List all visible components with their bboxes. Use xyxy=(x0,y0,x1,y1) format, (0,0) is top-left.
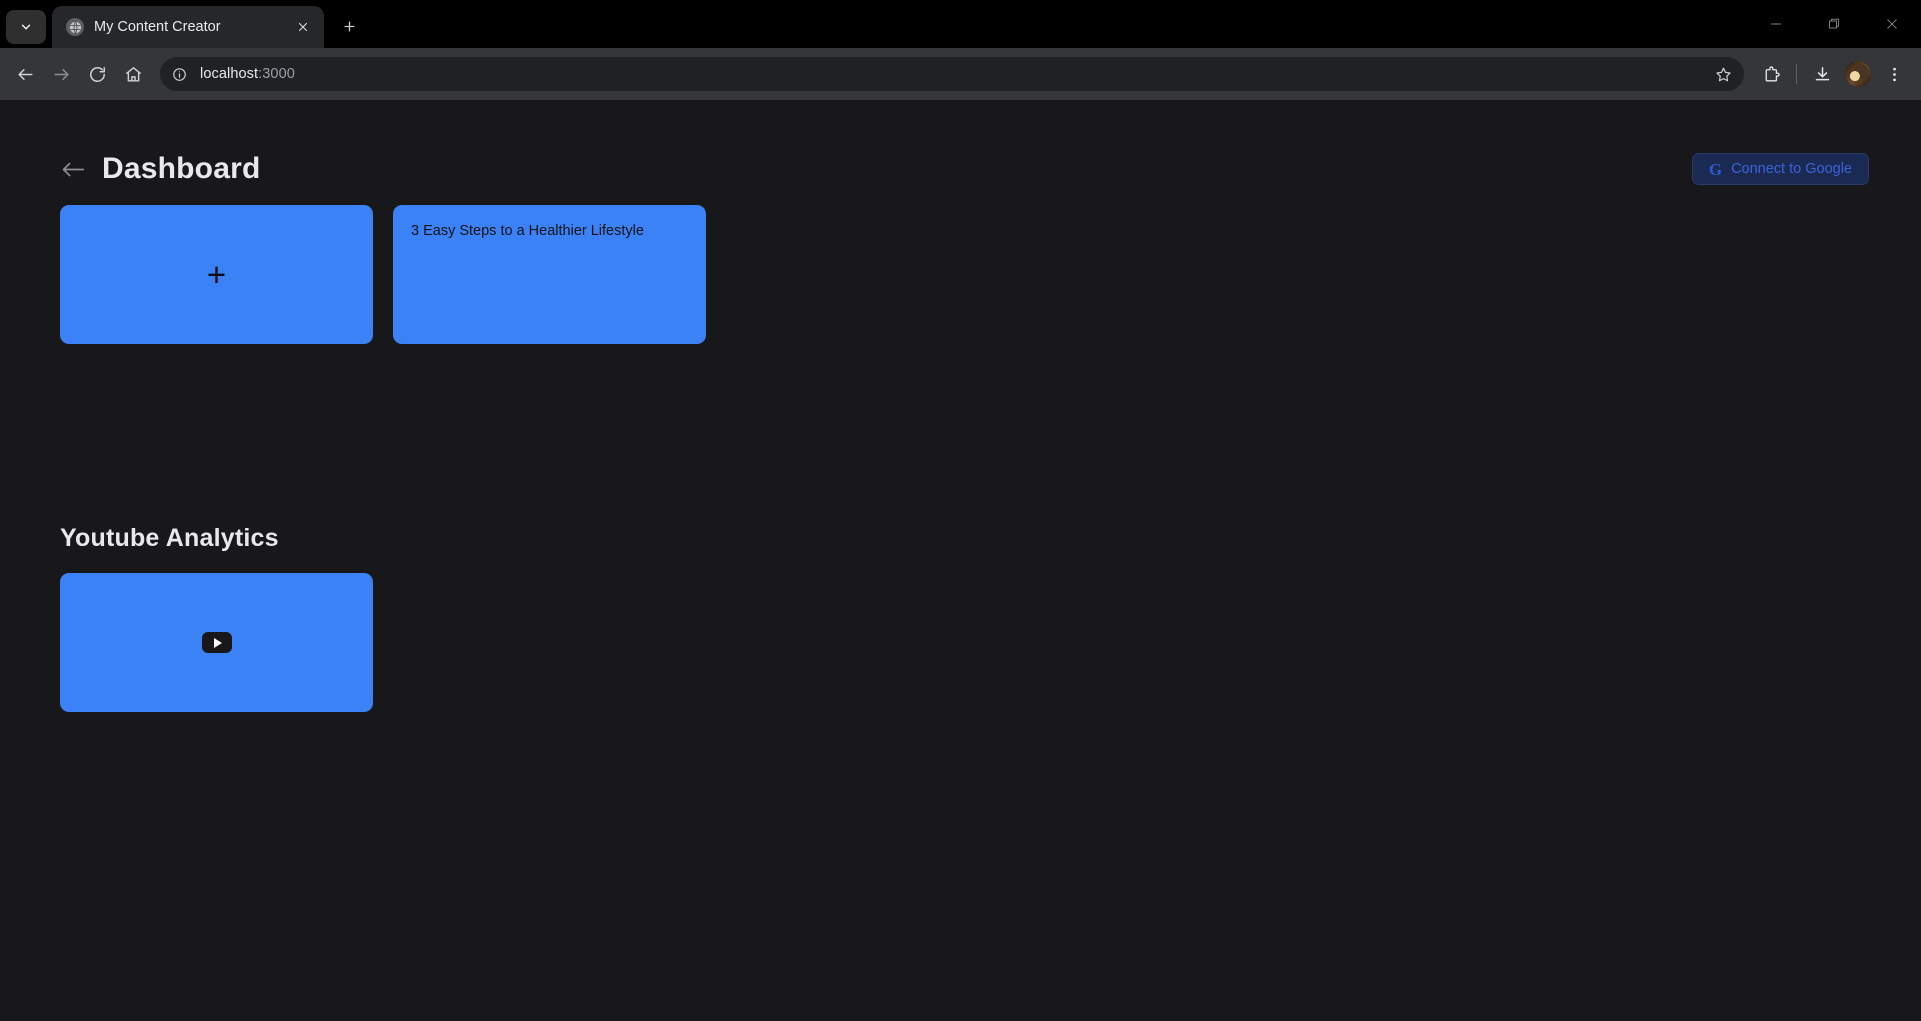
reload-icon xyxy=(89,66,105,82)
tab-strip: My Content Creator xyxy=(0,0,1921,48)
puzzle-piece-icon xyxy=(1765,65,1780,82)
star-icon xyxy=(1715,67,1731,81)
maximize-button[interactable] xyxy=(1805,0,1863,48)
nav-forward-button[interactable] xyxy=(44,57,78,91)
dashboard-page: Dashboard G Connect to Google + 3 Easy S… xyxy=(0,100,1921,712)
window-controls xyxy=(1747,0,1921,48)
nav-back-button[interactable] xyxy=(8,57,42,91)
home-button[interactable] xyxy=(116,57,150,91)
close-icon xyxy=(298,22,308,32)
reload-button[interactable] xyxy=(80,57,114,91)
site-info-button[interactable] xyxy=(166,61,192,87)
bookmark-button[interactable] xyxy=(1708,59,1738,89)
tab-close-button[interactable] xyxy=(292,16,314,38)
globe-icon xyxy=(66,18,84,36)
connect-to-google-button[interactable]: G Connect to Google xyxy=(1691,153,1869,185)
youtube-analytics-title: Youtube Analytics xyxy=(60,524,279,552)
browser-menu-button[interactable] xyxy=(1877,57,1911,91)
browser-tab[interactable]: My Content Creator xyxy=(52,6,324,48)
google-g-icon: G xyxy=(1708,159,1723,179)
info-circle-icon xyxy=(172,67,186,81)
plus-icon xyxy=(343,20,355,32)
arrow-left-icon xyxy=(62,162,85,176)
chevron-down-icon xyxy=(21,24,31,30)
youtube-play-icon xyxy=(201,632,232,653)
minimize-icon xyxy=(1771,23,1781,25)
close-icon xyxy=(1887,19,1897,29)
add-content-card[interactable]: + xyxy=(60,205,373,344)
avatar xyxy=(1845,61,1871,87)
url-port: :3000 xyxy=(258,66,295,82)
restore-icon xyxy=(1829,18,1840,29)
three-dots-vertical-icon xyxy=(1892,67,1896,81)
arrow-left-icon xyxy=(17,68,33,80)
page-title: Dashboard xyxy=(102,152,261,185)
browser-window: My Content Creator localhost:3000 Dashbo… xyxy=(0,0,1921,1021)
url-host: localhost xyxy=(200,66,259,82)
tab-search-button[interactable] xyxy=(6,10,46,44)
page-viewport: Dashboard G Connect to Google + 3 Easy S… xyxy=(0,100,1921,1021)
download-icon xyxy=(1815,66,1829,80)
connect-to-google-label: Connect to Google xyxy=(1731,161,1852,177)
page-header: Dashboard G Connect to Google xyxy=(60,152,1873,186)
page-back-button[interactable] xyxy=(60,156,86,182)
content-card-title: 3 Easy Steps to a Healthier Lifestyle xyxy=(411,223,644,239)
tab-title: My Content Creator xyxy=(94,19,221,35)
page-title-row: Dashboard xyxy=(60,152,261,186)
home-icon xyxy=(125,66,141,82)
arrow-right-icon xyxy=(53,68,69,80)
plus-icon: + xyxy=(206,256,227,293)
address-bar[interactable]: localhost:3000 xyxy=(160,57,1744,91)
browser-toolbar: localhost:3000 xyxy=(0,48,1921,100)
close-window-button[interactable] xyxy=(1863,0,1921,48)
content-cards-row: + 3 Easy Steps to a Healthier Lifestyle xyxy=(60,205,1873,344)
minimize-button[interactable] xyxy=(1747,0,1805,48)
youtube-analytics-card[interactable] xyxy=(60,573,373,712)
url-text: localhost:3000 xyxy=(200,66,295,82)
toolbar-divider xyxy=(1796,64,1797,84)
content-card[interactable]: 3 Easy Steps to a Healthier Lifestyle xyxy=(393,205,706,344)
downloads-button[interactable] xyxy=(1805,57,1839,91)
new-tab-button[interactable] xyxy=(332,9,366,43)
extensions-button[interactable] xyxy=(1754,57,1788,91)
profile-button[interactable] xyxy=(1841,57,1875,91)
